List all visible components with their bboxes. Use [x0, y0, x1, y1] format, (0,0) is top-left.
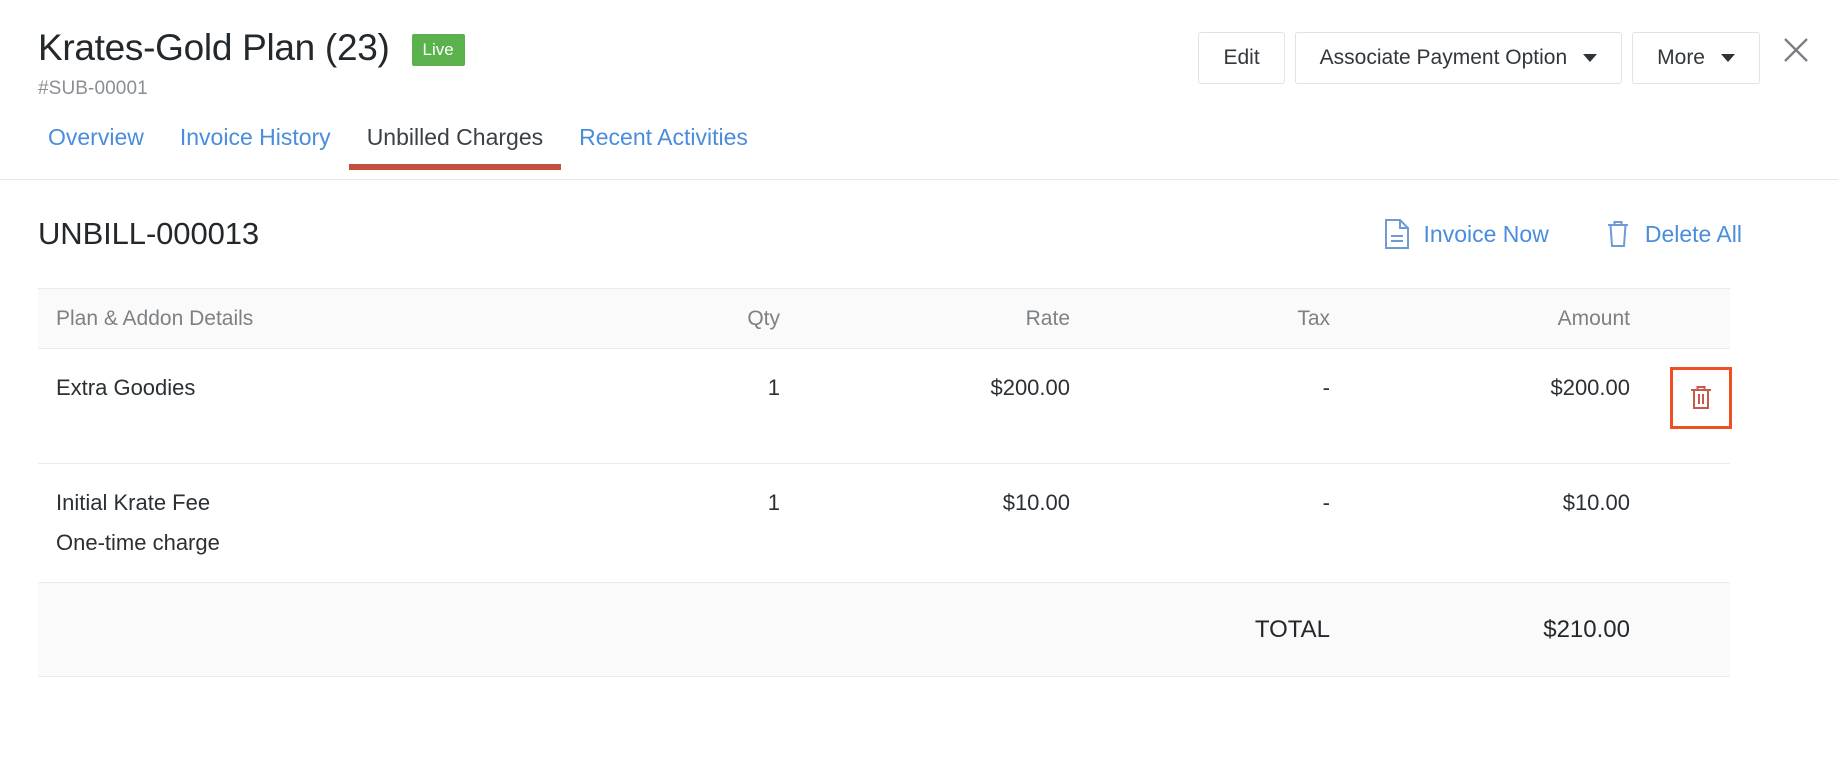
cell-rate: $10.00	[798, 464, 1088, 583]
delete-all-link[interactable]: Delete All	[1605, 219, 1742, 249]
tab-recent-activities[interactable]: Recent Activities	[561, 122, 766, 169]
header-actions: Edit Associate Payment Option More	[1198, 32, 1760, 84]
cell-rate: $200.00	[798, 349, 1088, 464]
column-header-actions	[1648, 289, 1730, 349]
charge-name: Initial Krate Fee	[56, 490, 210, 515]
tab-invoice-history[interactable]: Invoice History	[162, 122, 349, 169]
document-icon	[1384, 219, 1410, 249]
invoice-now-link[interactable]: Invoice Now	[1384, 219, 1549, 249]
table-header-row: Plan & Addon Details Qty Rate Tax Amount	[38, 289, 1730, 349]
charges-table-body: Extra Goodies 1 $200.00 - $200.00	[38, 349, 1730, 677]
total-spacer	[38, 583, 578, 677]
title-block: Krates-Gold Plan (23) Live #SUB-00001	[38, 26, 465, 100]
more-button[interactable]: More	[1632, 32, 1760, 84]
cell-details: Extra Goodies	[38, 349, 578, 464]
close-button[interactable]	[1774, 28, 1818, 72]
unbilled-charges-section: UNBILL-000013 Invoice Now	[0, 180, 1838, 677]
page-title: Krates-Gold Plan (23)	[38, 26, 390, 70]
section-header: UNBILL-000013 Invoice Now	[0, 180, 1838, 288]
total-spacer	[578, 583, 798, 677]
charges-table-wrapper: Plan & Addon Details Qty Rate Tax Amount…	[38, 288, 1730, 677]
chevron-down-icon	[1721, 54, 1735, 62]
delete-row-button[interactable]	[1670, 367, 1732, 429]
column-header-details: Plan & Addon Details	[38, 289, 578, 349]
table-row: Extra Goodies 1 $200.00 - $200.00	[38, 349, 1730, 464]
charges-table-head: Plan & Addon Details Qty Rate Tax Amount	[38, 289, 1730, 349]
total-spacer	[798, 583, 1088, 677]
more-button-label: More	[1657, 46, 1705, 70]
edit-button[interactable]: Edit	[1198, 32, 1284, 84]
chevron-down-icon	[1583, 54, 1597, 62]
total-value: $210.00	[1348, 583, 1648, 677]
cell-qty: 1	[578, 464, 798, 583]
trash-icon	[1605, 219, 1631, 249]
charges-table: Plan & Addon Details Qty Rate Tax Amount…	[38, 288, 1730, 677]
tab-unbilled-charges[interactable]: Unbilled Charges	[349, 122, 561, 169]
edit-button-label: Edit	[1223, 46, 1259, 70]
subscription-detail-page: Krates-Gold Plan (23) Live #SUB-00001 Ed…	[0, 0, 1838, 760]
charge-sub-detail: One-time charge	[56, 530, 560, 556]
cell-details: Initial Krate Fee One-time charge	[38, 464, 578, 583]
cell-actions	[1648, 349, 1730, 464]
subscription-number: #SUB-00001	[38, 78, 465, 100]
column-header-tax: Tax	[1088, 289, 1348, 349]
title-row: Krates-Gold Plan (23) Live	[38, 26, 465, 70]
status-badge: Live	[412, 34, 465, 66]
tab-bar: Overview Invoice History Unbilled Charge…	[0, 122, 1838, 180]
column-header-qty: Qty	[578, 289, 798, 349]
charge-name: Extra Goodies	[56, 375, 195, 400]
delete-all-label: Delete All	[1645, 221, 1742, 248]
table-total-row: TOTAL $210.00	[38, 583, 1730, 677]
close-icon	[1781, 35, 1811, 65]
cell-actions	[1648, 464, 1730, 583]
total-label: TOTAL	[1088, 583, 1348, 677]
cell-qty: 1	[578, 349, 798, 464]
trash-icon	[1688, 383, 1714, 413]
total-spacer	[1648, 583, 1730, 677]
cell-tax: -	[1088, 464, 1348, 583]
column-header-rate: Rate	[798, 289, 1088, 349]
associate-payment-option-label: Associate Payment Option	[1320, 46, 1567, 70]
cell-tax: -	[1088, 349, 1348, 464]
invoice-now-label: Invoice Now	[1424, 221, 1549, 248]
cell-amount: $200.00	[1348, 349, 1648, 464]
cell-amount: $10.00	[1348, 464, 1648, 583]
section-actions: Invoice Now Delete All	[1384, 219, 1800, 249]
associate-payment-option-button[interactable]: Associate Payment Option	[1295, 32, 1622, 84]
tab-overview[interactable]: Overview	[30, 122, 162, 169]
unbill-id: UNBILL-000013	[38, 216, 259, 252]
table-row: Initial Krate Fee One-time charge 1 $10.…	[38, 464, 1730, 583]
column-header-amount: Amount	[1348, 289, 1648, 349]
